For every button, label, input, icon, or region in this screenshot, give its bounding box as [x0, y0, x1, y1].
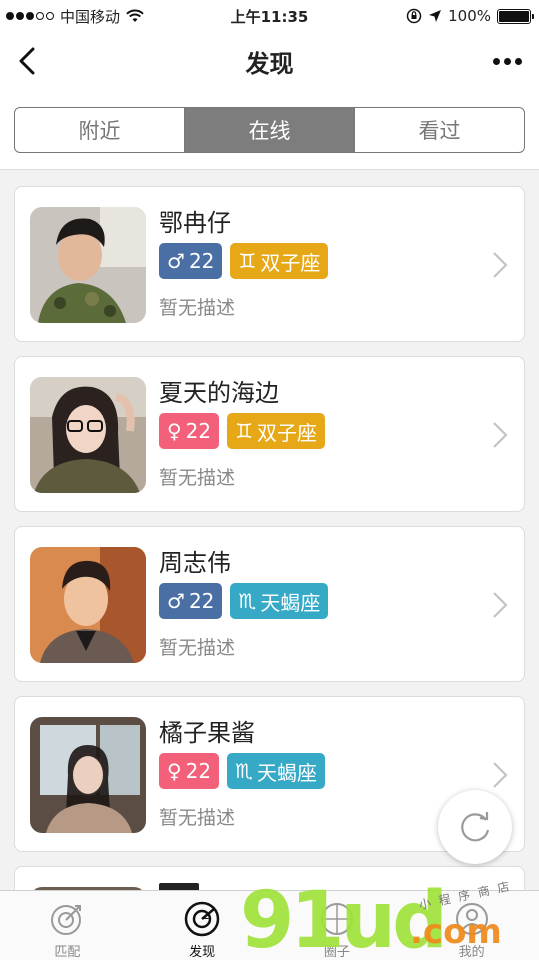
gender-age-badge: ♂ 22	[159, 583, 223, 619]
avatar	[30, 207, 146, 323]
tab-online[interactable]: 在线	[185, 108, 355, 152]
user-description: 暂无描述	[159, 807, 236, 829]
tab-viewed[interactable]: 看过	[355, 108, 524, 152]
battery-percent: 100%	[448, 7, 491, 25]
male-symbol-icon: ♂	[167, 589, 185, 613]
navigation-bar: 发现	[0, 32, 539, 90]
segment-bar: 附近 在线 看过	[0, 90, 539, 170]
age-value: 22	[185, 419, 212, 443]
scorpio-symbol-icon: ♏	[238, 589, 257, 613]
zodiac-name: 双子座	[260, 250, 321, 275]
scorpio-symbol-icon: ♏	[235, 759, 254, 783]
target-icon	[51, 905, 82, 935]
user-card[interactable]: 夏天的海边 ♀ 22 ♊ 双子座 暂无描述	[14, 356, 525, 512]
radar-icon	[184, 901, 220, 937]
zodiac-name: 天蝎座	[260, 590, 321, 615]
chevron-right-icon	[493, 252, 508, 278]
zodiac-badge: ♊ 双子座	[227, 413, 326, 449]
age-value: 22	[188, 589, 215, 613]
user-card[interactable]: 鄂冉仔 ♂ 22 ♊ 双子座 暂无描述	[14, 186, 525, 342]
zodiac-badge: ♏ 天蝎座	[230, 583, 329, 619]
tab-label: 发现	[189, 945, 216, 960]
tab-match[interactable]: 匹配	[0, 891, 135, 960]
age-value: 22	[188, 249, 215, 273]
tab-circle[interactable]: 圈子	[270, 891, 405, 960]
tab-nearby[interactable]: 附近	[15, 108, 185, 152]
chevron-right-icon	[493, 762, 508, 788]
user-name: 橘子果酱	[159, 719, 255, 747]
user-card[interactable]: 周志伟 ♂ 22 ♏ 天蝎座 暂无描述	[14, 526, 525, 682]
age-value: 22	[185, 759, 212, 783]
status-bar: 中国移动 上午11:35 100%	[0, 0, 539, 32]
chevron-right-icon	[493, 592, 508, 618]
user-name: 周志伟	[159, 549, 231, 577]
gender-age-badge: ♀ 22	[159, 413, 220, 449]
page-title: 发现	[245, 50, 294, 78]
user-name: 鄂冉仔	[159, 209, 231, 237]
female-symbol-icon: ♀	[167, 419, 182, 443]
tab-label: 匹配	[54, 945, 81, 960]
circle-icon	[320, 903, 353, 935]
location-icon	[429, 10, 442, 22]
avatar	[30, 547, 146, 663]
zodiac-name: 天蝎座	[257, 760, 318, 785]
tab-discover[interactable]: 发现	[135, 891, 270, 960]
user-description: 暂无描述	[159, 467, 236, 489]
gender-age-badge: ♂ 22	[159, 243, 223, 279]
avatar	[30, 717, 146, 833]
zodiac-badge: ♊ 双子座	[230, 243, 329, 279]
rotation-lock-icon	[406, 8, 422, 24]
segmented-control: 附近 在线 看过	[14, 107, 525, 153]
gemini-symbol-icon: ♊	[235, 419, 254, 443]
female-symbol-icon: ♀	[167, 759, 182, 783]
zodiac-name: 双子座	[257, 420, 318, 445]
gemini-symbol-icon: ♊	[238, 249, 257, 273]
chevron-right-icon	[493, 422, 508, 448]
refresh-icon	[461, 812, 490, 842]
user-description: 暂无描述	[159, 297, 236, 319]
more-dots-icon[interactable]	[489, 50, 525, 72]
male-symbol-icon: ♂	[167, 249, 185, 273]
user-icon	[455, 903, 488, 935]
battery-icon	[497, 8, 534, 24]
avatar	[30, 377, 146, 493]
zodiac-badge: ♏ 天蝎座	[227, 753, 326, 789]
tab-label: 我的	[458, 945, 485, 960]
tab-label: 圈子	[323, 945, 350, 960]
user-name: 夏天的海边	[159, 379, 279, 407]
refresh-button[interactable]	[438, 790, 512, 864]
bottom-tab-bar: 匹配 发现 圈子 我的	[0, 890, 539, 960]
gender-age-badge: ♀ 22	[159, 753, 220, 789]
tab-mine[interactable]: 我的	[404, 891, 539, 960]
user-description: 暂无描述	[159, 637, 236, 659]
